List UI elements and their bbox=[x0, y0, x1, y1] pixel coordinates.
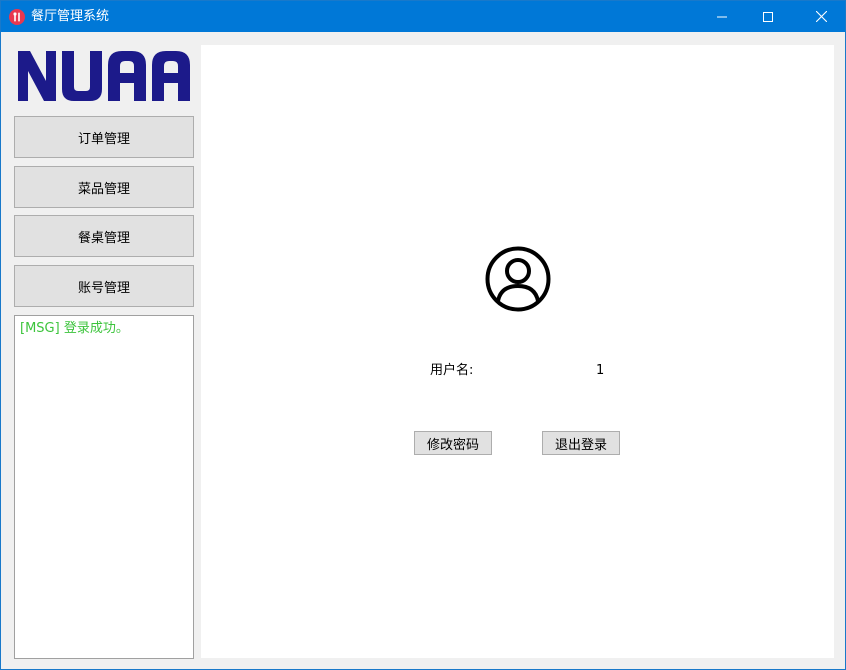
message-log[interactable]: [MSG] 登录成功。 bbox=[14, 315, 194, 659]
order-management-button[interactable]: 订单管理 bbox=[14, 116, 194, 158]
account-panel: 用户名: 1 修改密码 退出登录 bbox=[201, 45, 834, 658]
table-management-button[interactable]: 餐桌管理 bbox=[14, 215, 194, 257]
close-button[interactable] bbox=[798, 1, 844, 32]
dish-management-button[interactable]: 菜品管理 bbox=[14, 166, 194, 208]
close-icon bbox=[815, 7, 827, 26]
minimize-icon bbox=[717, 7, 727, 26]
account-management-button[interactable]: 账号管理 bbox=[14, 265, 194, 307]
nuaa-logo bbox=[18, 49, 190, 103]
username-value: 1 bbox=[596, 363, 605, 378]
minimize-button[interactable] bbox=[699, 1, 745, 32]
logout-button[interactable]: 退出登录 bbox=[542, 431, 620, 455]
user-avatar-icon bbox=[485, 246, 551, 312]
log-line: [MSG] 登录成功。 bbox=[20, 321, 129, 336]
title-bar[interactable]: 餐厅管理系统 bbox=[1, 1, 845, 32]
maximize-icon bbox=[763, 7, 773, 26]
window-title: 餐厅管理系统 bbox=[31, 9, 110, 24]
maximize-button[interactable] bbox=[745, 1, 791, 32]
change-password-button[interactable]: 修改密码 bbox=[414, 431, 492, 455]
username-label: 用户名: bbox=[430, 363, 474, 378]
restaurant-icon bbox=[9, 9, 25, 25]
